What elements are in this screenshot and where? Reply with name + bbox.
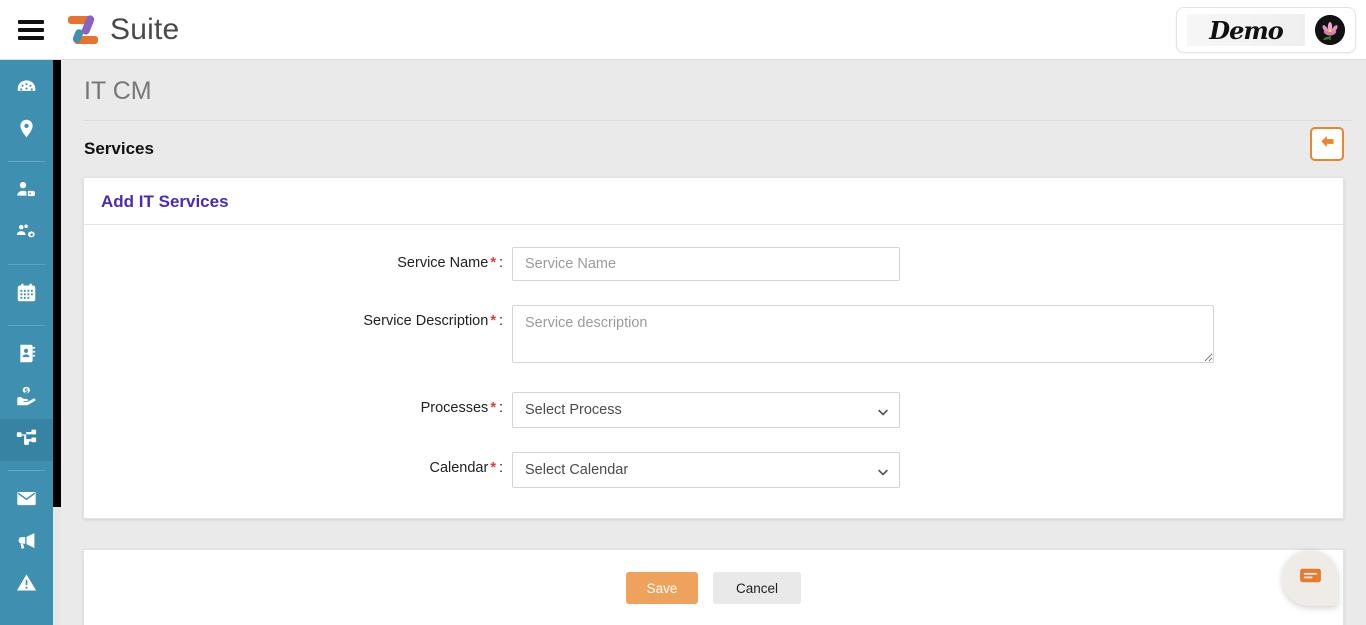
control-calendar: Select Calendar <box>512 452 1343 488</box>
chat-message-icon <box>1298 563 1323 593</box>
required-marker: * <box>490 255 496 271</box>
sidebar-item-address-book[interactable] <box>0 335 53 377</box>
label-text: Service Name <box>397 255 489 271</box>
sidebar-item-users-gear[interactable] <box>0 213 53 255</box>
sidebar-item-sitemap[interactable] <box>0 419 53 461</box>
address-book-icon <box>16 343 37 369</box>
hamburger-bar <box>18 27 44 32</box>
form-row-service-name: Service Name *: <box>84 247 1343 281</box>
dashboard-gauge-icon <box>16 76 37 102</box>
card-title: Add IT Services <box>101 192 229 211</box>
users-gear-icon <box>16 221 37 247</box>
processes-select-wrap: Select Process <box>512 392 900 428</box>
label-service-description: Service Description *: <box>84 305 512 329</box>
back-button[interactable] <box>1310 127 1344 161</box>
breadcrumb-row: Services <box>61 121 1366 177</box>
sidebar-nav <box>0 60 53 625</box>
sidebar-scrollbar-track[interactable] <box>53 60 61 625</box>
page-title: IT CM <box>84 77 152 105</box>
location-pin-icon <box>16 118 37 144</box>
sidebar-item-finance[interactable] <box>0 377 53 419</box>
sidebar-divider <box>8 470 45 471</box>
flower-avatar-icon[interactable] <box>1315 15 1345 45</box>
service-description-textarea[interactable] <box>512 305 1214 363</box>
megaphone-icon <box>16 530 37 556</box>
chat-widget-button[interactable] <box>1282 550 1338 606</box>
form-row-calendar: Calendar *: Select Calendar <box>84 452 1343 488</box>
brand-name: Suite <box>110 12 180 46</box>
user-tag-icon <box>16 179 37 205</box>
label-calendar: Calendar *: <box>84 452 512 476</box>
required-marker: * <box>490 313 496 329</box>
z-logo-icon <box>66 13 102 47</box>
main-content: IT CM Services Add IT Services Service N… <box>61 60 1366 625</box>
label-processes: Processes *: <box>84 392 512 416</box>
label-text: Processes <box>420 400 489 416</box>
label-colon: : <box>498 255 503 271</box>
sidebar-item-calendar[interactable] <box>0 274 53 316</box>
sidebar-item-mail[interactable] <box>0 480 53 522</box>
control-service-description <box>512 305 1343 368</box>
hamburger-icon[interactable] <box>18 19 44 40</box>
brand-logo[interactable]: Suite <box>66 13 179 47</box>
card-header: Add IT Services <box>84 178 1343 225</box>
form-actions-card: Save Cancel <box>83 549 1344 625</box>
calendar-icon <box>16 282 37 308</box>
cancel-button[interactable]: Cancel <box>713 572 801 604</box>
control-service-name <box>512 247 1343 281</box>
label-colon: : <box>498 400 503 416</box>
required-marker: * <box>490 400 496 416</box>
sidebar-divider <box>8 325 45 326</box>
sitemap-icon <box>16 427 37 453</box>
save-button[interactable]: Save <box>626 572 698 604</box>
arrow-left-icon <box>1319 133 1336 155</box>
processes-select[interactable]: Select Process <box>512 392 900 428</box>
form-row-processes: Processes *: Select Process <box>84 392 1343 428</box>
sidebar-item-announcements[interactable] <box>0 522 53 564</box>
demo-label: Demo <box>1187 14 1305 46</box>
add-it-services-card: Add IT Services Service Name*: Service D… <box>83 177 1344 519</box>
sidebar-divider <box>8 264 45 265</box>
breadcrumb: Services <box>84 139 154 158</box>
envelope-icon <box>16 488 37 514</box>
sidebar-divider <box>8 161 45 162</box>
warning-triangle-icon <box>16 572 37 598</box>
label-text: Calendar <box>429 460 489 476</box>
calendar-select[interactable]: Select Calendar <box>512 452 900 488</box>
hand-holding-dollar-icon <box>16 385 37 411</box>
form-row-service-description: Service Description *: <box>84 305 1343 368</box>
label-text: Service Description <box>363 313 489 329</box>
sidebar-item-dashboard[interactable] <box>0 68 53 110</box>
hamburger-bar <box>18 19 44 24</box>
control-processes: Select Process <box>512 392 1343 428</box>
label-colon: : <box>498 313 503 329</box>
card-body: Service Name*: Service Description*: Pro… <box>84 225 1343 518</box>
sidebar-item-location[interactable] <box>0 110 53 152</box>
sidebar-item-user-tag[interactable] <box>0 171 53 213</box>
hamburger-bar <box>18 35 44 40</box>
label-service-name: Service Name *: <box>84 247 512 271</box>
label-colon: : <box>498 460 503 476</box>
sidebar-scrollbar-thumb[interactable] <box>53 60 61 507</box>
demo-account-box[interactable]: Demo <box>1176 7 1356 53</box>
top-bar: Suite Demo <box>0 0 1366 60</box>
calendar-select-wrap: Select Calendar <box>512 452 900 488</box>
service-name-input[interactable] <box>512 247 900 281</box>
sidebar-item-alerts[interactable] <box>0 564 53 606</box>
required-marker: * <box>490 460 496 476</box>
